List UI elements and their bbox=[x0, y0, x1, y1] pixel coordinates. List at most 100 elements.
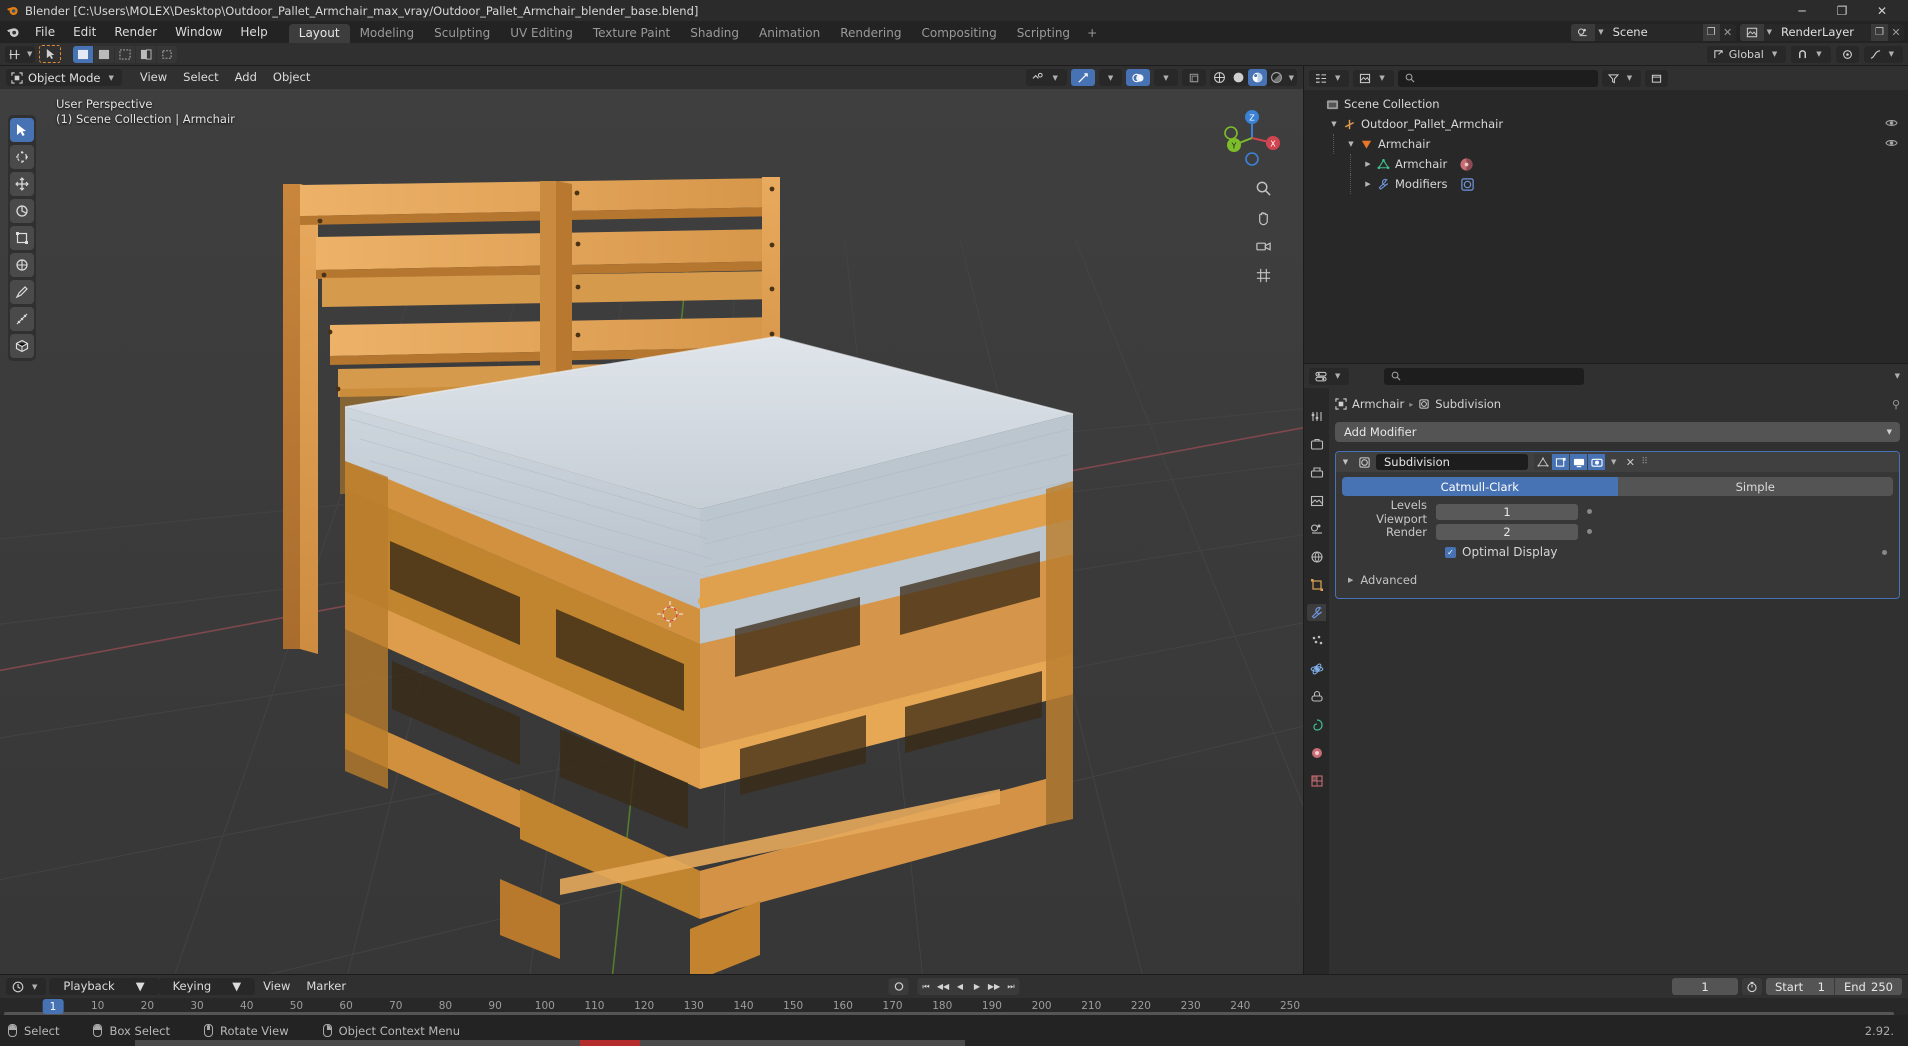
select-set-icon[interactable] bbox=[73, 45, 94, 63]
outliner-row-outdoor-pallet-armchair[interactable]: ▼ Outdoor_Pallet_Armchair bbox=[1304, 114, 1908, 134]
workspace-tab-texture-paint[interactable]: Texture Paint bbox=[583, 24, 680, 43]
modifier-render-icon[interactable] bbox=[1588, 454, 1605, 470]
modifier-field-value[interactable]: 2 bbox=[1436, 523, 1578, 540]
annotate-tool-icon[interactable] bbox=[10, 280, 34, 304]
viewport-menu-object[interactable]: Object bbox=[265, 69, 318, 86]
properties-texture-tab[interactable] bbox=[1307, 772, 1326, 789]
scale-tool-icon[interactable] bbox=[10, 226, 34, 250]
properties-type-chevron[interactable]: ▼ bbox=[1332, 372, 1343, 380]
modifier-name-field[interactable]: Subdivision bbox=[1376, 454, 1528, 470]
properties-object-tab[interactable] bbox=[1307, 576, 1326, 593]
properties-physics-tab[interactable] bbox=[1307, 660, 1326, 677]
modifier-drag-handle[interactable]: ⠿ bbox=[1641, 457, 1654, 467]
overlay-chevron[interactable]: ▼ bbox=[1160, 74, 1171, 82]
workspace-tab-rendering[interactable]: Rendering bbox=[830, 24, 911, 43]
outliner-row-scene-collection[interactable]: Scene Collection bbox=[1304, 94, 1908, 114]
shading-solid-icon[interactable] bbox=[1229, 69, 1248, 86]
minimize-button[interactable]: ─ bbox=[1782, 0, 1822, 21]
snap-toggle[interactable]: ▼ bbox=[1791, 45, 1831, 63]
properties-constraints-tab[interactable] bbox=[1307, 688, 1326, 705]
outliner-visibility-toggle[interactable] bbox=[1885, 118, 1898, 131]
properties-editor-type-selector[interactable]: ▼ bbox=[1309, 367, 1350, 385]
orientation-chevron[interactable]: ▼ bbox=[1769, 50, 1780, 58]
scene-dropdown-chevron[interactable]: ▼ bbox=[1595, 28, 1606, 36]
workspace-tab-[interactable]: + bbox=[1080, 24, 1104, 43]
outliner-visibility-toggle[interactable] bbox=[1885, 138, 1898, 151]
properties-tool-tab[interactable] bbox=[1307, 408, 1326, 425]
start-frame-field[interactable]: Start 1 bbox=[1766, 978, 1834, 995]
outliner-expand-triangle[interactable]: ▶ bbox=[1361, 180, 1375, 188]
timeline-menu-chevron[interactable]: ▼ bbox=[224, 978, 249, 995]
proportional-falloff-selector[interactable]: ▼ bbox=[1863, 45, 1903, 63]
subdivision-icon[interactable] bbox=[1460, 177, 1475, 192]
properties-modifier-tab[interactable] bbox=[1307, 604, 1326, 621]
workspace-tab-scripting[interactable]: Scripting bbox=[1007, 24, 1080, 43]
select-subtract-icon[interactable] bbox=[115, 45, 136, 63]
properties-options-chevron[interactable]: ▼ bbox=[1892, 372, 1903, 380]
outliner-tree[interactable]: Scene Collection ▼ Outdoor_Pallet_Armchair… bbox=[1304, 90, 1908, 363]
outliner-row-modifiers[interactable]: ▶ Modifiers bbox=[1304, 174, 1908, 194]
outliner-filter-button[interactable]: ▼ bbox=[1601, 69, 1642, 87]
mode-chevron[interactable]: ▼ bbox=[105, 74, 116, 82]
viewlayer-copy-button[interactable]: ❐ bbox=[1871, 23, 1888, 41]
snap-chevron[interactable]: ▼ bbox=[1813, 50, 1824, 58]
gizmo-toggle[interactable] bbox=[1070, 69, 1095, 86]
timeline-playhead[interactable]: 1 bbox=[42, 999, 64, 1014]
timeline-editor-type-selector[interactable]: ▼ bbox=[6, 978, 47, 995]
timeline-menu-marker[interactable]: Marker bbox=[298, 978, 354, 995]
gizmo-chevron[interactable]: ▼ bbox=[1105, 74, 1116, 82]
menu-render[interactable]: Render bbox=[105, 21, 166, 43]
scene-remove-button[interactable]: ✕ bbox=[1720, 24, 1736, 41]
scene-name[interactable]: Scene bbox=[1607, 24, 1703, 41]
pan-hand-icon[interactable] bbox=[1252, 206, 1274, 228]
outliner-new-collection-button[interactable] bbox=[1645, 69, 1669, 87]
modifier-on-cage-icon[interactable] bbox=[1534, 454, 1551, 470]
modifier-field-animate-dot[interactable] bbox=[1587, 509, 1592, 514]
previous-keyframe-button[interactable]: ◀◀ bbox=[934, 978, 952, 995]
timeline-menu-chevron[interactable]: ▼ bbox=[128, 978, 153, 995]
maximize-button[interactable]: ❐ bbox=[1822, 0, 1862, 21]
move-tool-icon[interactable] bbox=[10, 172, 34, 196]
jump-to-end-button[interactable]: ⏭ bbox=[1002, 978, 1020, 995]
outliner-row-armchair[interactable]: ▶ Armchair bbox=[1304, 154, 1908, 174]
add-modifier-chevron[interactable]: ▼ bbox=[1887, 428, 1892, 436]
tweak-select-tool-icon[interactable] bbox=[10, 118, 34, 142]
optimal-display-checkbox[interactable]: ✓ bbox=[1445, 546, 1456, 558]
transform-tool-icon[interactable] bbox=[10, 253, 34, 277]
viewlayer-remove-button[interactable]: ✕ bbox=[1888, 24, 1904, 41]
material-icon[interactable] bbox=[1459, 157, 1474, 172]
outliner-expand-triangle[interactable]: ▼ bbox=[1344, 140, 1358, 148]
outliner-row-armchair[interactable]: ▼ Armchair bbox=[1304, 134, 1908, 154]
visibility-chevron[interactable]: ▼ bbox=[1049, 74, 1060, 82]
overlay-options[interactable]: ▼ bbox=[1154, 69, 1178, 86]
zoom-icon[interactable] bbox=[1252, 177, 1274, 199]
subdivision-type-simple[interactable]: Simple bbox=[1617, 477, 1893, 496]
timeline-type-chevron[interactable]: ▼ bbox=[29, 983, 40, 991]
add-modifier-button[interactable]: Add Modifier ▼ bbox=[1335, 422, 1900, 442]
camera-icon[interactable] bbox=[1252, 235, 1274, 257]
next-keyframe-button[interactable]: ▶▶ bbox=[985, 978, 1003, 995]
display-mode-chevron[interactable]: ▼ bbox=[1376, 74, 1387, 82]
modifier-extras-chevron[interactable]: ▼ bbox=[1608, 458, 1619, 466]
current-frame-field[interactable]: 1 bbox=[1672, 978, 1738, 995]
menu-window[interactable]: Window bbox=[166, 21, 231, 43]
modifier-edit-mode-icon[interactable] bbox=[1552, 454, 1569, 470]
scene-selector[interactable]: ▼ Scene ❐ ✕ bbox=[1571, 23, 1736, 41]
auto-keying-button[interactable] bbox=[888, 978, 909, 995]
modifier-close-button[interactable]: ✕ bbox=[1622, 456, 1638, 469]
grid-ortho-icon[interactable] bbox=[1252, 264, 1274, 286]
outliner-editor-type-selector[interactable]: ▼ bbox=[1309, 69, 1350, 87]
play-button[interactable]: ▶ bbox=[968, 978, 986, 995]
optimal-display-row[interactable]: ✓ Optimal Display bbox=[1342, 543, 1893, 561]
cursor-tool-icon[interactable] bbox=[10, 145, 34, 169]
timeline-menu-keying[interactable]: Keying ▼ bbox=[158, 978, 256, 995]
tool-dropdown-chevron[interactable]: ▼ bbox=[24, 50, 35, 58]
modifier-field-animate-dot[interactable] bbox=[1587, 529, 1592, 534]
breadcrumb-object[interactable]: Armchair bbox=[1352, 397, 1404, 411]
shading-material-preview-icon[interactable] bbox=[1247, 69, 1267, 86]
select-mode-tweak-icon[interactable] bbox=[39, 45, 62, 63]
menu-file[interactable]: File bbox=[26, 21, 64, 43]
workspace-tab-sculpting[interactable]: Sculpting bbox=[424, 24, 500, 43]
select-box-tool-icon[interactable] bbox=[5, 46, 24, 63]
properties-scene-tab[interactable] bbox=[1307, 520, 1326, 537]
